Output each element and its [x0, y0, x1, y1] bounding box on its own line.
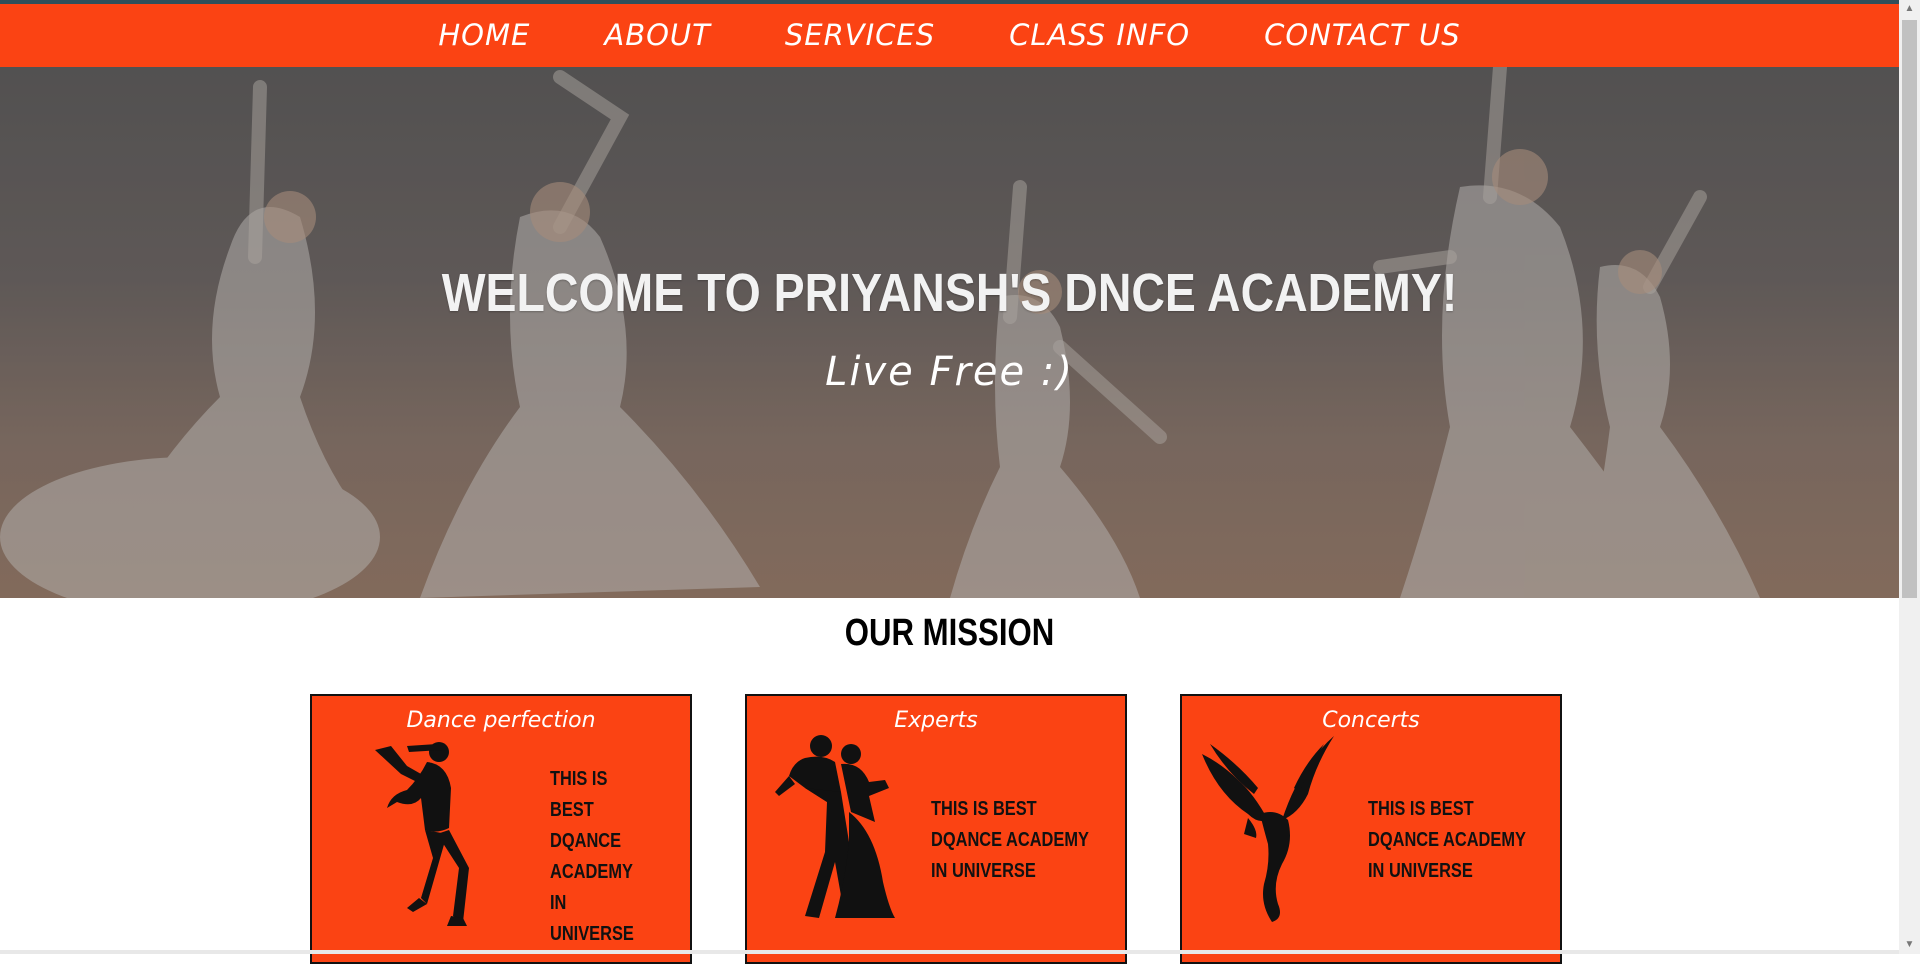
scroll-down-arrow-icon[interactable]: ▼: [1899, 936, 1920, 954]
mission-card-dance-perfection: Dance perfection THIS IS BEST DQANCE ACA…: [310, 694, 692, 964]
nav-contact-us[interactable]: CONTACT US: [1264, 4, 1460, 67]
nav-home[interactable]: HOME: [438, 4, 530, 67]
nav-services[interactable]: SERVICES: [785, 4, 935, 67]
dancer-silhouette-icon: [375, 742, 469, 926]
horizontal-scrollbar[interactable]: [0, 950, 1899, 954]
vertical-scrollbar[interactable]: ▲ ▼: [1899, 0, 1920, 954]
mission-card-experts: Experts THIS IS BEST DQANCE ACADEMY IN U…: [745, 694, 1127, 964]
nav-about[interactable]: ABOUT: [604, 4, 711, 67]
card-text: THIS IS BEST DQANCE ACADEMY IN UNIVERSE: [550, 768, 634, 945]
nav-class-info[interactable]: CLASS INFO: [1009, 4, 1190, 67]
card-text: THIS IS BEST DQANCE ACADEMY IN UNIVERSE: [1368, 798, 1526, 882]
scroll-up-arrow-icon[interactable]: ▲: [1899, 0, 1920, 18]
card-title: Experts: [894, 708, 978, 733]
card-title: Concerts: [1322, 708, 1420, 733]
hero-dancers-image: [0, 67, 1899, 598]
hero-subtitle: Live Free :): [825, 349, 1074, 395]
hero-title: WELCOME TO PRIYANSH'S DNCE ACADEMY!: [441, 263, 1458, 323]
card-title: Dance perfection: [406, 708, 596, 733]
mission-title: OUR MISSION: [844, 612, 1055, 654]
card-text: THIS IS BEST DQANCE ACADEMY IN UNIVERSE: [931, 798, 1089, 882]
mission-card-concerts: Concerts THIS IS BEST DQANCE ACADEMY IN …: [1180, 694, 1562, 964]
ballroom-couple-icon: [775, 735, 895, 918]
main-nav: HOME ABOUT SERVICES CLASS INFO CONTACT U…: [0, 4, 1899, 67]
hero-banner: WELCOME TO PRIYANSH'S DNCE ACADEMY! Live…: [0, 67, 1899, 598]
phoenix-logo-icon: [1202, 736, 1334, 922]
scroll-thumb[interactable]: [1902, 20, 1917, 598]
